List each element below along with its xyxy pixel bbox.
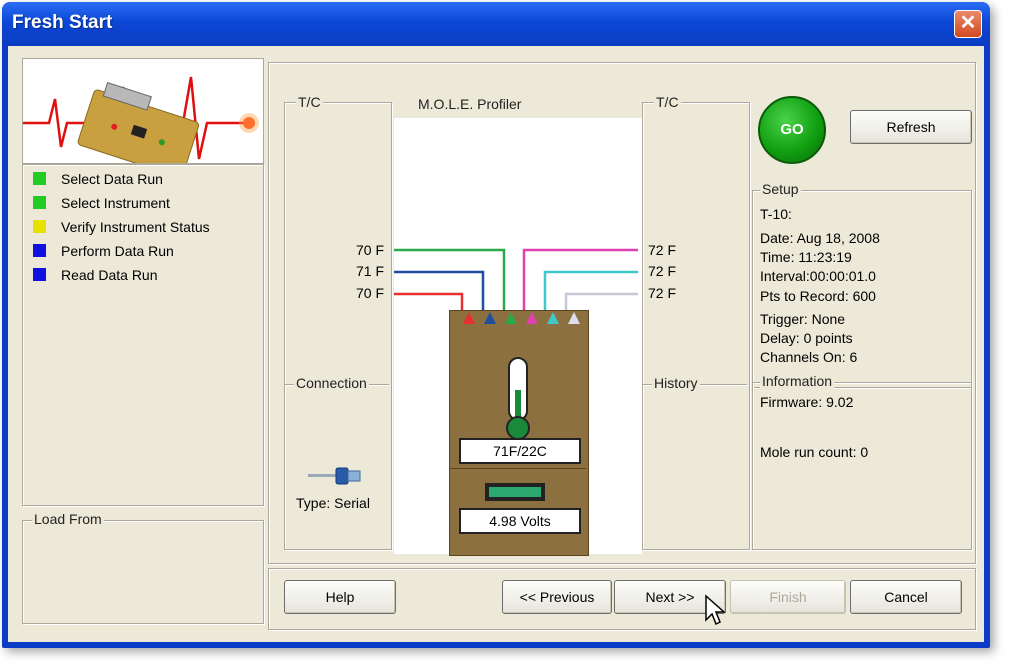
step-label: Verify Instrument Status [61,219,210,235]
window-title: Fresh Start [12,12,113,33]
connection-label: Connection [294,375,369,391]
title-bar: Fresh Start ✕ [2,2,990,46]
setup-line: Interval:00:00:01.0 [760,268,876,284]
setup-line: Time: 11:23:19 [760,249,852,265]
setup-line: Delay: 0 points [760,330,853,346]
step-label: Read Data Run [61,267,158,283]
status-square [33,220,46,233]
left-temp-2: 71 F [355,263,384,279]
right-temp-2: 72 F [648,263,677,279]
right-tc-label: T/C [654,94,681,110]
profiler-title: M.O.L.E. Profiler [418,96,522,112]
left-temp-3: 70 F [355,285,384,301]
help-button[interactable]: Help [284,580,396,614]
setup-line: Date: Aug 18, 2008 [760,230,880,246]
go-button[interactable]: GO [758,96,826,164]
steps-panel: Select Data Run Select Instrument Verify… [22,164,264,506]
probe-connectors [463,312,580,324]
step-perform-data-run: Perform Data Run [33,239,253,263]
status-square [33,268,46,281]
step-select-instrument: Select Instrument [33,191,253,215]
information-label: Information [760,373,835,389]
finish-button[interactable]: Finish [730,580,846,614]
go-label: GO [780,121,804,138]
step-label: Select Data Run [61,171,163,187]
refresh-button[interactable]: Refresh [850,110,972,144]
step-verify-instrument-status: Verify Instrument Status [33,215,253,239]
load-from-label: Load From [32,511,104,527]
dialog-window: Fresh Start ✕ Select Data Run Select Ins… [2,2,990,648]
setup-line: T-10: [760,206,792,222]
temperature-readout: 71F/22C [459,438,581,464]
left-tc-label: T/C [296,94,323,110]
setup-line: Trigger: None [760,311,846,327]
thermometer-icon [506,357,530,440]
setup-label: Setup [760,181,801,197]
heartbeat-image [22,58,264,178]
load-from-group [22,520,264,624]
connection-type: Type: Serial [296,495,370,511]
previous-button[interactable]: << Previous [502,580,612,614]
cancel-button[interactable]: Cancel [850,580,962,614]
voltage-readout: 4.98 Volts [459,508,581,534]
status-square [33,244,46,257]
setup-line: Channels On: 6 [760,349,858,365]
setup-line: Pts to Record: 600 [760,288,876,304]
mouse-cursor-icon [705,594,726,626]
battery-icon [485,483,545,501]
step-label: Select Instrument [61,195,170,211]
history-label: History [652,375,700,391]
status-square [33,196,46,209]
step-select-data-run: Select Data Run [33,167,253,191]
right-temp-1: 72 F [648,242,677,258]
status-square [33,172,46,185]
dialog-client: Select Data Run Select Instrument Verify… [8,46,984,642]
left-temp-1: 70 F [355,242,384,258]
firmware-version: Firmware: 9.02 [760,394,854,410]
right-tc-group [642,102,750,550]
heartbeat-card-icon [23,76,259,178]
serial-connector-icon [308,467,361,485]
close-button[interactable]: ✕ [954,10,982,38]
device-divider [450,468,586,469]
step-label: Perform Data Run [61,243,174,259]
right-temp-3: 72 F [648,285,677,301]
mole-run-count: Mole run count: 0 [760,444,869,460]
step-read-data-run: Read Data Run [33,263,253,287]
